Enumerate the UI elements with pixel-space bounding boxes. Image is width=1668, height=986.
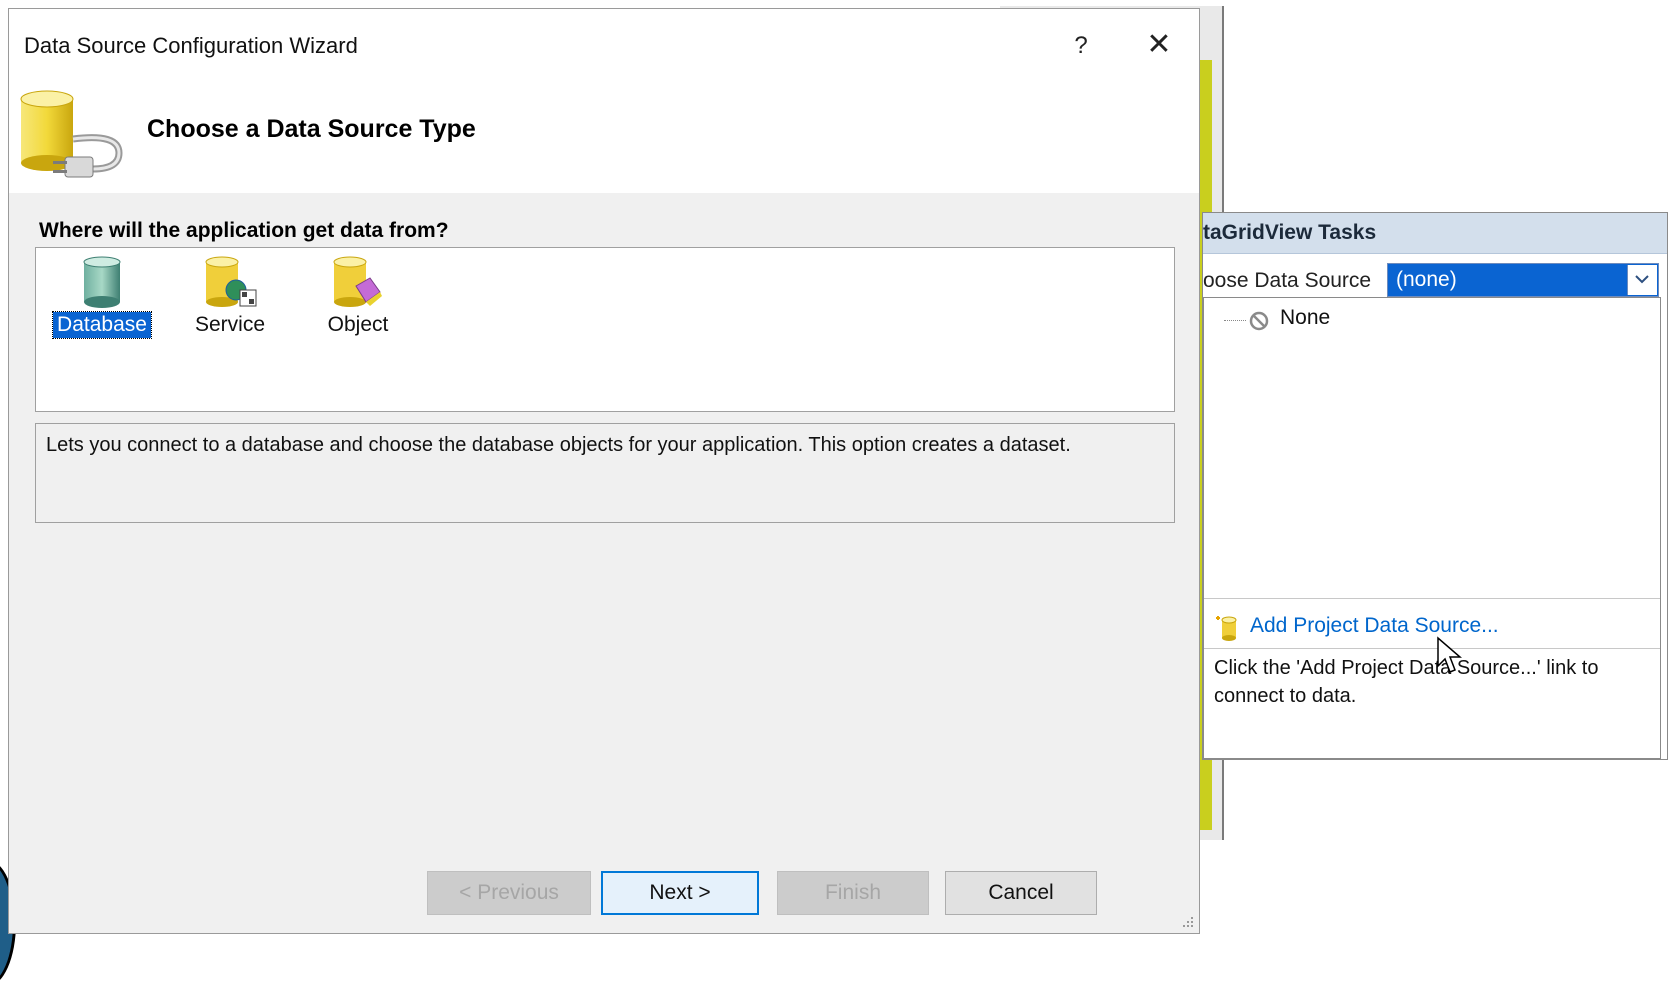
dropdown-arrow-button[interactable] [1627,265,1657,295]
data-source-value: (none) [1396,268,1457,291]
data-source-dropdown: None Add Project Data Source... Click th… [1203,297,1661,759]
add-data-source-icon [1216,616,1237,641]
type-label-object: Object [327,313,389,336]
separator [1204,598,1660,599]
type-label-database: Database [52,311,152,339]
type-label-service: Service [194,313,266,336]
type-item-object[interactable]: Object [298,256,418,338]
close-button[interactable]: ✕ [1139,27,1179,63]
wizard-header: Choose a Data Source Type [9,73,1199,193]
page-title: Choose a Data Source Type [147,115,476,143]
tree-connector [1224,320,1246,321]
tasks-title: taGridView Tasks [1203,221,1377,244]
help-button[interactable]: ? [1063,29,1099,63]
data-source-type-list: Database Service Object [35,247,1175,412]
previous-button[interactable]: < Previous [427,871,591,915]
type-item-database[interactable]: Database [42,256,162,339]
resize-grip-icon[interactable] [1181,915,1195,929]
next-button[interactable]: Next > [601,871,759,915]
choose-data-source-label: oose Data Source [1203,269,1372,292]
chevron-down-icon [1635,275,1649,284]
description-text: Lets you connect to a database and choos… [46,434,1071,456]
separator [1204,648,1660,649]
mouse-cursor-icon [1437,636,1462,673]
tasks-header: taGridView Tasks [1203,213,1667,254]
tree-item-none[interactable]: None [1280,306,1330,330]
title-bar: Data Source Configuration Wizard ? ✕ [9,9,1199,73]
question-label: Where will the application get data from… [39,219,449,242]
type-item-service[interactable]: Service [170,256,290,338]
service-icon [205,256,257,307]
description-box: Lets you connect to a database and choos… [35,423,1175,523]
cancel-button[interactable]: Cancel [945,871,1097,915]
window-title: Data Source Configuration Wizard [24,33,358,58]
database-plug-icon [20,90,123,178]
add-project-data-source-link[interactable]: Add Project Data Source... [1250,614,1499,638]
data-source-wizard-window: Data Source Configuration Wizard ? ✕ Cho… [8,8,1200,934]
hint-text: Click the 'Add Project Data Source...' l… [1214,657,1599,707]
object-icon [333,256,382,307]
no-entry-icon [1249,311,1269,331]
datagridview-tasks-panel: taGridView Tasks oose Data Source (none)… [1202,212,1668,760]
finish-button[interactable]: Finish [777,871,929,915]
data-source-combobox[interactable]: (none) [1387,263,1659,297]
database-icon [83,256,121,308]
